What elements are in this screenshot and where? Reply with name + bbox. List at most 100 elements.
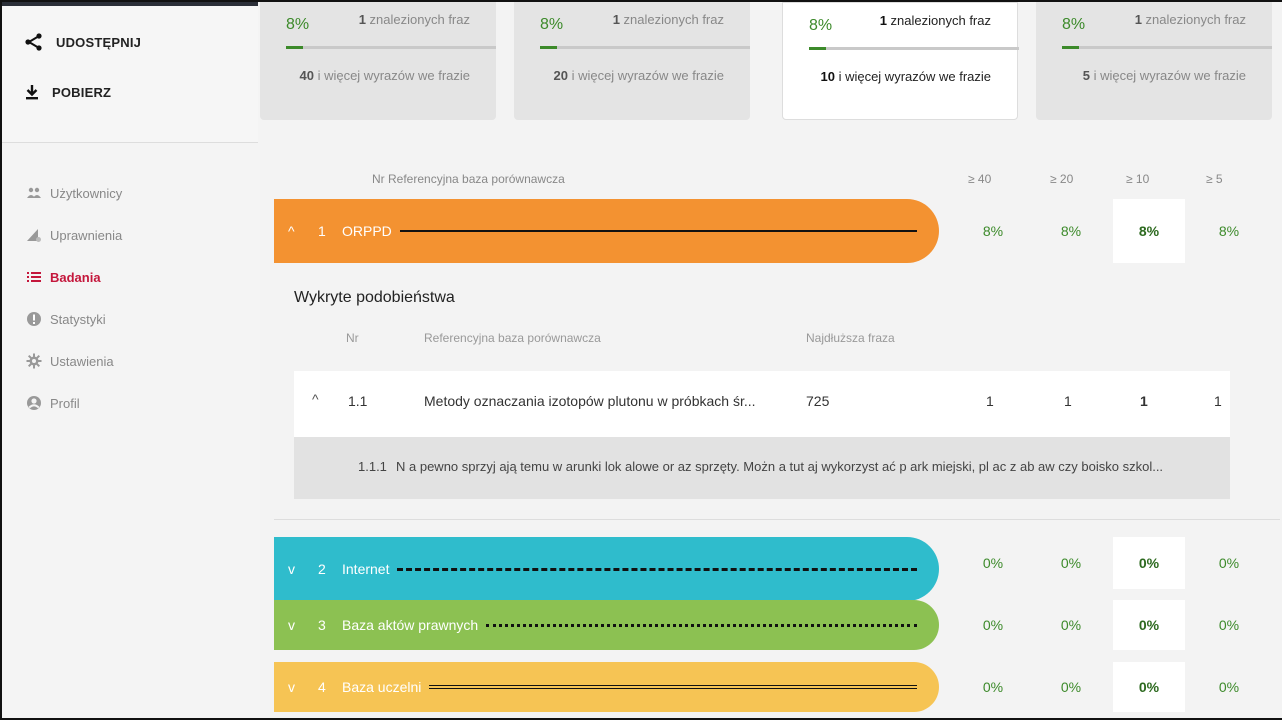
card-percent: 8% <box>1062 16 1086 33</box>
row-pct-20: 0% <box>1060 617 1082 633</box>
row-name: Baza uczelni <box>342 679 422 695</box>
database-row-orppd[interactable]: ^ 1 ORPPD <box>274 199 939 263</box>
card-progress <box>809 47 1019 50</box>
download-label: POBIERZ <box>52 84 112 100</box>
database-row-university[interactable]: v 4 Baza uczelni <box>274 662 939 712</box>
similarity-row[interactable]: ^ 1.1 Metody oznaczania izotopów plutonu… <box>294 371 1230 437</box>
card-progress <box>1062 46 1272 49</box>
row-number: 4 <box>318 679 326 695</box>
card-words: 40 i więcej wyrazów we frazie <box>299 68 470 83</box>
chevron-down-icon[interactable]: v <box>288 617 318 633</box>
row-number: 3 <box>318 617 326 633</box>
sidebar-item-users[interactable]: Użytkownicy <box>26 172 122 214</box>
row-pct-10: 0% <box>1113 537 1185 589</box>
sidebar-item-label: Profil <box>50 395 80 411</box>
sidebar: UDOSTĘPNIJ POBIERZ Użytkownicy Uprawnien… <box>2 2 260 718</box>
chevron-down-icon[interactable]: v <box>288 561 318 577</box>
card-words: 5 i więcej wyrazów we frazie <box>1082 68 1246 83</box>
card-progress <box>540 46 750 49</box>
chevron-down-icon[interactable]: v <box>288 679 318 695</box>
share-label: UDOSTĘPNIJ <box>56 34 142 50</box>
info-icon <box>27 312 41 326</box>
card-percent: 8% <box>809 17 833 34</box>
threshold-card-20[interactable]: 8% 1 znalezionych fraz 20 i więcej wyraz… <box>514 2 750 120</box>
sidebar-item-permissions[interactable]: Uprawnienia <box>26 214 122 256</box>
row-name: Baza aktów prawnych <box>342 617 479 633</box>
sidebar-item-settings[interactable]: Ustawienia <box>26 340 122 382</box>
card-found: 1 znalezionych fraz <box>358 12 470 27</box>
detail-header-reference: Referencyjna baza porównawcza <box>424 331 601 345</box>
similarity-number: 1.1 <box>348 393 368 409</box>
column-header-20: ≥ 20 <box>1050 172 1074 186</box>
card-found: 1 znalezionych fraz <box>612 12 724 27</box>
row-pct-5: 0% <box>1218 617 1240 633</box>
share-icon <box>25 33 42 51</box>
row-line <box>397 567 917 571</box>
row-pct-20: 0% <box>1060 679 1082 695</box>
sidebar-item-label: Użytkownicy <box>50 185 123 201</box>
row-pct-5: 0% <box>1218 555 1240 571</box>
permissions-icon <box>27 229 41 242</box>
sidebar-item-label: Statystyki <box>50 311 106 327</box>
similarity-v5: 1 <box>1214 393 1222 409</box>
sidebar-actions: UDOSTĘPNIJ POBIERZ <box>2 2 258 143</box>
column-header-40: ≥ 40 <box>968 172 992 186</box>
row-pct-10: 8% <box>1113 199 1185 263</box>
download-button[interactable]: POBIERZ <box>24 84 111 100</box>
database-row-internet[interactable]: v 2 Internet <box>274 537 939 601</box>
row-line <box>486 623 917 627</box>
card-found: 1 znalezionych fraz <box>1134 12 1246 27</box>
download-icon <box>26 85 38 100</box>
card-percent: 8% <box>540 16 564 33</box>
fragment-number: 1.1.1 <box>358 459 387 474</box>
threshold-card-40[interactable]: 8% 1 znalezionych fraz 40 i więcej wyraz… <box>260 2 496 120</box>
sidebar-item-label: Ustawienia <box>50 353 114 369</box>
detail-header-nr: Nr <box>346 331 359 345</box>
similarity-fragment[interactable]: 1.1.1 N a pewno sprzyj ają temu w arunki… <box>294 437 1230 499</box>
row-pct-5: 8% <box>1218 223 1240 239</box>
card-found: 1 znalezionych fraz <box>879 13 991 28</box>
similarity-v20: 1 <box>1064 393 1072 409</box>
gear-icon <box>26 353 42 369</box>
row-pct-5: 0% <box>1218 679 1240 695</box>
row-pct-40: 8% <box>982 223 1004 239</box>
similarities-title: Wykryte podobieństwa <box>294 289 455 306</box>
row-pct-40: 0% <box>982 617 1004 633</box>
column-header-10: ≥ 10 <box>1126 172 1150 186</box>
row-line <box>429 685 917 689</box>
sidebar-item-label: Badania <box>50 269 101 285</box>
sidebar-item-profile[interactable]: Profil <box>26 382 122 424</box>
users-icon <box>27 187 41 198</box>
card-words: 20 i więcej wyrazów we frazie <box>553 68 724 83</box>
sidebar-item-statistics[interactable]: Statystyki <box>26 298 122 340</box>
similarities-panel: Wykryte podobieństwa Nr Referencyjna baz… <box>274 265 1280 520</box>
sidebar-nav: Użytkownicy Uprawnienia Badania Statysty… <box>26 172 122 424</box>
list-icon <box>27 272 41 282</box>
row-pct-40: 0% <box>982 679 1004 695</box>
share-button[interactable]: UDOSTĘPNIJ <box>24 32 141 52</box>
card-progress <box>286 46 496 49</box>
threshold-card-5[interactable]: 8% 1 znalezionych fraz 5 i więcej wyrazó… <box>1036 2 1272 120</box>
similarity-v10: 1 <box>1140 393 1148 409</box>
sidebar-item-label: Uprawnienia <box>50 227 123 243</box>
row-pct-10: 0% <box>1113 662 1185 712</box>
card-percent: 8% <box>286 16 310 33</box>
profile-icon <box>27 396 41 410</box>
similarity-longest: 725 <box>806 393 830 409</box>
row-pct-10: 0% <box>1113 600 1185 650</box>
similarity-v40: 1 <box>986 393 994 409</box>
row-name: ORPPD <box>342 223 392 239</box>
chevron-up-icon[interactable]: ^ <box>288 223 318 239</box>
threshold-cards: 8% 1 znalezionych fraz 40 i więcej wyraz… <box>260 2 1280 120</box>
column-header-reference: Nr Referencyjna baza porównawcza <box>372 172 565 186</box>
chevron-up-icon[interactable]: ^ <box>312 391 319 407</box>
column-header-5: ≥ 5 <box>1206 172 1223 186</box>
row-line <box>399 230 917 232</box>
threshold-card-10[interactable]: 8% 1 znalezionych fraz 10 i więcej wyraz… <box>782 2 1019 120</box>
main-content: 8% 1 znalezionych fraz 40 i więcej wyraz… <box>260 2 1282 718</box>
row-number: 2 <box>318 561 326 577</box>
row-number: 1 <box>318 223 326 239</box>
database-row-legal-acts[interactable]: v 3 Baza aktów prawnych <box>274 600 939 650</box>
sidebar-item-research[interactable]: Badania <box>26 256 122 298</box>
row-pct-20: 0% <box>1060 555 1082 571</box>
